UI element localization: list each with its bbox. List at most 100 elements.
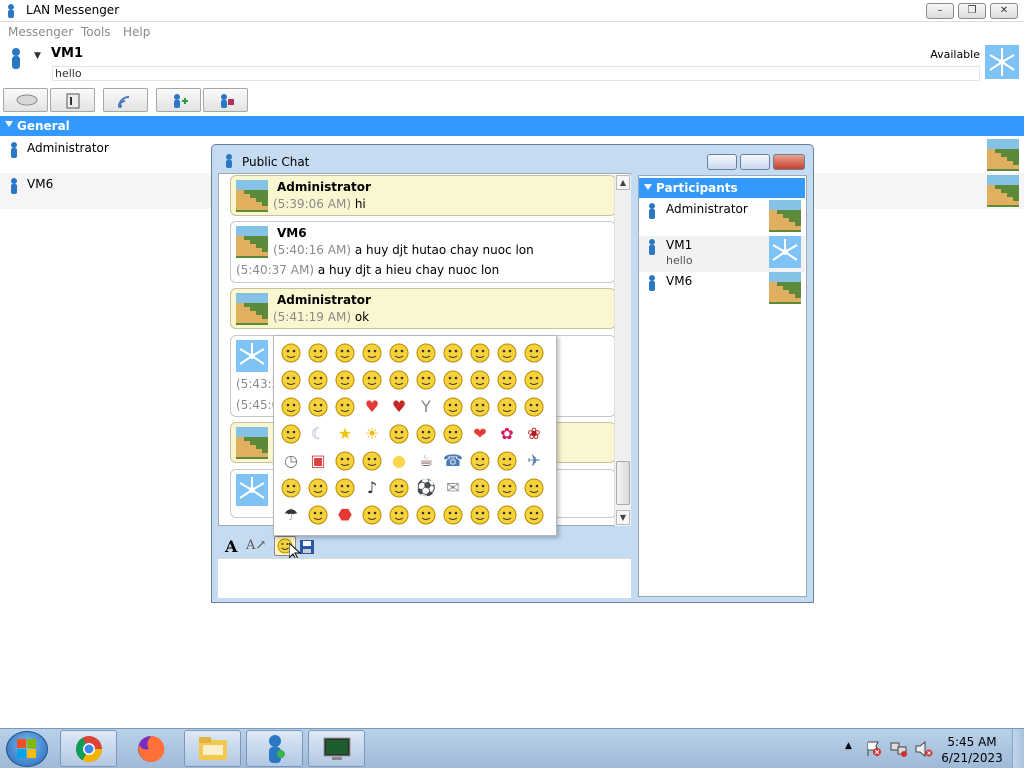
gift-icon[interactable]: ▣ <box>307 450 329 472</box>
smile-icon[interactable] <box>280 342 302 364</box>
participant-item[interactable]: VM6 <box>639 272 805 308</box>
taskbar-lan-messenger[interactable] <box>246 730 303 767</box>
umbrella-icon[interactable]: ☂ <box>280 504 302 526</box>
file-transfer-button[interactable] <box>50 88 95 112</box>
film-icon[interactable] <box>334 477 356 499</box>
shocked-icon[interactable] <box>469 369 491 391</box>
wilted-rose-icon[interactable]: ❀ <box>523 423 545 445</box>
star-icon[interactable]: ★ <box>334 423 356 445</box>
cool-icon[interactable] <box>415 342 437 364</box>
island-icon[interactable] <box>523 477 545 499</box>
mobile-phone-icon[interactable] <box>469 450 491 472</box>
angry-icon[interactable] <box>442 342 464 364</box>
cat-icon[interactable] <box>469 396 491 418</box>
boy-icon[interactable] <box>469 477 491 499</box>
grin-icon[interactable] <box>307 342 329 364</box>
secret-icon[interactable] <box>280 396 302 418</box>
ambivalent-icon[interactable] <box>307 369 329 391</box>
font-icon[interactable]: A <box>225 537 237 556</box>
taskbar-terminal[interactable] <box>308 730 365 767</box>
hug-left-icon[interactable] <box>415 423 437 445</box>
rainbow-icon[interactable] <box>388 423 410 445</box>
surprised-icon[interactable] <box>361 342 383 364</box>
moon-icon[interactable]: ☾ <box>307 423 329 445</box>
save-icon[interactable] <box>300 540 314 554</box>
turtle-icon[interactable] <box>469 504 491 526</box>
show-hidden-icons-icon[interactable]: ▲ <box>845 741 852 751</box>
wink-icon[interactable] <box>334 342 356 364</box>
status-icon[interactable] <box>9 47 23 71</box>
rose-icon[interactable]: ✿ <box>496 423 518 445</box>
phone-icon[interactable]: ☎ <box>442 450 464 472</box>
messenger-icon[interactable] <box>523 504 545 526</box>
evil-grin-icon[interactable] <box>361 369 383 391</box>
scroll-thumb[interactable] <box>616 461 630 505</box>
status-label[interactable]: Available <box>930 48 980 61</box>
cake-icon[interactable] <box>334 450 356 472</box>
restore-button[interactable]: ❐ <box>958 3 986 19</box>
storm-cloud-icon[interactable] <box>334 369 356 391</box>
confused-icon[interactable] <box>469 342 491 364</box>
taskbar-firefox[interactable] <box>122 730 179 767</box>
lightbulb-icon[interactable]: ● <box>388 450 410 472</box>
chat-minimize-button[interactable] <box>707 154 737 170</box>
clap-icon[interactable] <box>442 504 464 526</box>
sleepy-icon[interactable] <box>334 396 356 418</box>
message-input[interactable] <box>218 558 631 598</box>
girl-icon[interactable] <box>496 477 518 499</box>
coffee-icon[interactable]: ☕ <box>415 450 437 472</box>
beer-icon[interactable] <box>442 396 464 418</box>
expand-arrow-icon[interactable] <box>644 184 652 190</box>
thumbs-up-icon[interactable] <box>361 504 383 526</box>
expand-arrow-icon[interactable] <box>5 121 13 127</box>
pizza-icon[interactable] <box>388 477 410 499</box>
participant-item[interactable]: VM1 hello <box>639 236 805 272</box>
chat-close-button[interactable] <box>773 154 805 170</box>
broken-heart-icon[interactable]: ♥ <box>388 396 410 418</box>
handshake-icon[interactable] <box>307 504 329 526</box>
personal-note-field[interactable]: hello <box>52 66 980 81</box>
bat-icon[interactable] <box>496 504 518 526</box>
message-scrollbar[interactable]: ▲ ▼ <box>614 175 631 526</box>
sarcastic-icon[interactable] <box>523 369 545 391</box>
show-desktop-button[interactable] <box>1012 729 1024 768</box>
sick-icon[interactable] <box>442 369 464 391</box>
scroll-down-icon[interactable]: ▼ <box>616 510 630 525</box>
stop-icon[interactable]: ⬣ <box>334 504 356 526</box>
thinking-icon[interactable] <box>496 369 518 391</box>
close-button[interactable]: ✕ <box>990 3 1018 19</box>
minimize-button[interactable]: – <box>926 3 954 19</box>
menu-tools[interactable]: Tools <box>81 25 111 39</box>
start-button[interactable] <box>6 731 48 767</box>
action-center-icon[interactable] <box>866 741 882 757</box>
status-dropdown-icon[interactable]: ▼ <box>34 51 41 61</box>
snail-icon[interactable] <box>523 396 545 418</box>
party-icon[interactable] <box>415 369 437 391</box>
car-icon[interactable] <box>496 450 518 472</box>
font-color-icon[interactable]: A↗ <box>246 538 266 553</box>
cry-icon[interactable] <box>280 369 302 391</box>
soccer-ball-icon[interactable]: ⚽ <box>415 477 437 499</box>
menu-help[interactable]: Help <box>123 25 150 39</box>
user-avatar[interactable] <box>985 45 1019 79</box>
kiss-icon[interactable]: ❤ <box>469 423 491 445</box>
participants-header[interactable]: Participants <box>639 178 805 198</box>
money-icon[interactable] <box>307 477 329 499</box>
clock-icon[interactable]: ◷ <box>280 450 302 472</box>
taskbar-chrome[interactable] <box>60 730 117 767</box>
participant-item[interactable]: Administrator <box>639 200 805 236</box>
sheep-icon[interactable] <box>280 423 302 445</box>
add-contact-button[interactable] <box>156 88 201 112</box>
mail-icon[interactable]: ✉ <box>442 477 464 499</box>
camera-icon[interactable] <box>361 450 383 472</box>
tools-button[interactable] <box>203 88 248 112</box>
broadcast-button[interactable] <box>103 88 148 112</box>
volume-icon[interactable] <box>915 741 933 757</box>
plane-icon[interactable]: ✈ <box>523 450 545 472</box>
cocktail-icon[interactable]: Y <box>415 396 437 418</box>
tongue-icon[interactable] <box>388 342 410 364</box>
thumbs-down-icon[interactable] <box>388 504 410 526</box>
sad-icon[interactable] <box>523 342 545 364</box>
network-icon[interactable] <box>890 741 908 757</box>
sun-icon[interactable]: ☀ <box>361 423 383 445</box>
